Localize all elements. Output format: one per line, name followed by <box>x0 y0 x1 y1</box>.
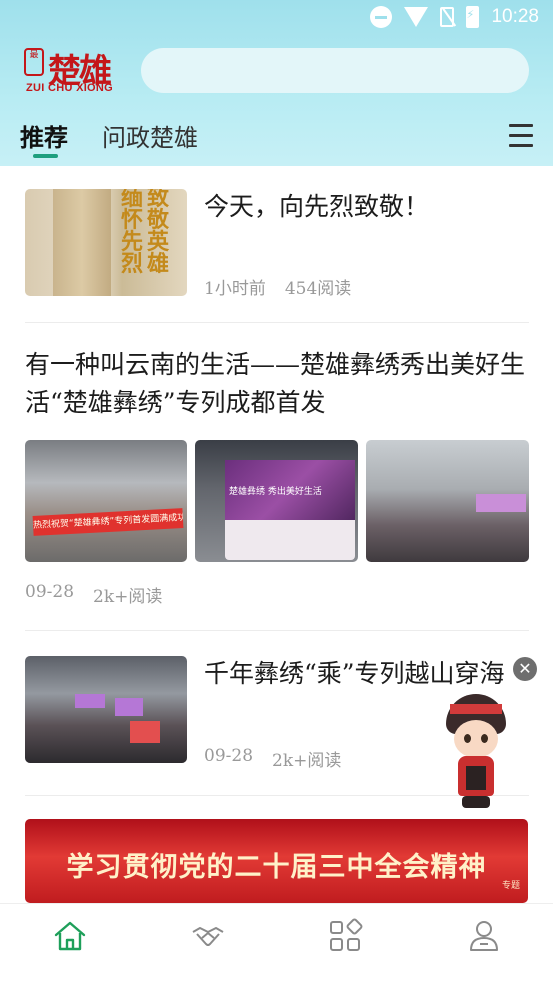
menu-icon[interactable] <box>509 124 533 148</box>
logo-subtitle: ZUI CHU XIONG <box>26 82 114 94</box>
profile-icon <box>470 921 498 951</box>
thumb-caption: 致敬 <box>147 189 170 233</box>
thumb-caption: 缅怀 <box>121 189 144 233</box>
article-title[interactable]: 有一种叫云南的生活——楚雄彝绣秀出美好生活“楚雄彝绣”专列成都首发 <box>25 346 529 422</box>
bottom-navigation <box>0 903 553 984</box>
status-bar: 10:28 <box>0 0 553 38</box>
thumb-caption: 先烈 <box>121 229 144 277</box>
article-meta: 09-28 2k+阅读 <box>25 582 162 607</box>
battery-charging-icon <box>466 6 480 28</box>
nav-service[interactable] <box>188 916 228 956</box>
divider <box>25 322 529 323</box>
nav-apps[interactable] <box>325 916 365 956</box>
wifi-icon <box>404 7 429 27</box>
thumb-caption: 楚雄彝绣 秀出美好生活 <box>229 487 322 497</box>
article-title[interactable]: 千年彝绣“乘”专列越山穿海 <box>204 655 514 693</box>
home-icon <box>54 921 86 951</box>
article-thumbnail <box>25 656 187 763</box>
article-thumbnail: 热烈祝贺“楚雄彝绣”专列首发圆满成功! <box>25 440 187 562</box>
app-logo: 最 楚雄 ZUI CHU XIONG <box>24 46 132 98</box>
promo-banner[interactable]: 学习贯彻党的二十届三中全会精神 专题 <box>25 819 528 903</box>
article-reads: 2k+阅读 <box>272 751 342 771</box>
article-meta: 1小时前 454阅读 <box>204 274 351 299</box>
category-tabs: 推荐 问政楚雄 <box>0 112 553 166</box>
search-input[interactable] <box>141 48 529 93</box>
article-thumbnail <box>366 440 529 562</box>
article-meta: 09-28 2k+阅读 <box>204 746 341 771</box>
article-time: 09-28 <box>25 582 75 602</box>
nav-profile[interactable] <box>464 916 504 956</box>
do-not-disturb-icon <box>370 6 393 28</box>
article-reads: 454阅读 <box>284 279 352 299</box>
no-sim-icon <box>440 7 455 27</box>
promo-title: 学习贯彻党的二十届三中全会精神 <box>66 852 487 883</box>
article-time: 09-28 <box>204 746 254 766</box>
promo-tag: 专题 <box>501 881 520 891</box>
status-time: 10:28 <box>491 6 539 27</box>
header: 10:28 最 楚雄 ZUI CHU XIONG 推荐 问政楚雄 <box>0 0 553 166</box>
active-tab-indicator <box>33 154 58 158</box>
article-reads: 2k+阅读 <box>93 587 163 607</box>
nav-home[interactable] <box>50 916 90 956</box>
close-floating-button[interactable]: ✕ <box>513 657 537 681</box>
article-title[interactable]: 今天，向先烈致敬！ <box>204 188 524 226</box>
tab-wenzheng-chuxiong[interactable]: 问政楚雄 <box>102 118 198 153</box>
divider <box>25 630 529 631</box>
article-thumbnail: 缅怀 致敬 先烈 英雄 <box>25 189 187 296</box>
logo-seal: 最 <box>24 48 44 76</box>
article-thumbnail: 楚雄彝绣 秀出美好生活 <box>195 440 358 562</box>
tab-recommend[interactable]: 推荐 <box>20 118 68 153</box>
thumb-banner: 热烈祝贺“楚雄彝绣”专列首发圆满成功! <box>32 508 184 536</box>
article-time: 1小时前 <box>204 279 266 299</box>
handshake-icon <box>192 927 224 946</box>
thumb-caption: 英雄 <box>147 229 170 277</box>
apps-grid-icon <box>330 918 363 951</box>
floating-mascot[interactable] <box>440 690 512 812</box>
